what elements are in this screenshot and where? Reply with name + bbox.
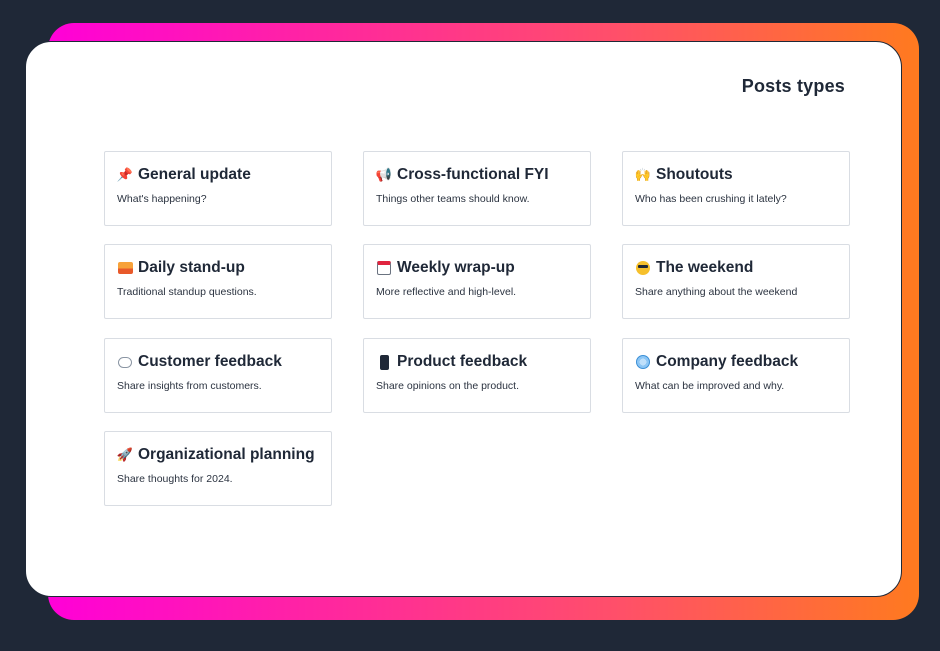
mobile-phone-icon	[379, 354, 389, 370]
raised-hands-icon: 🙌	[634, 167, 652, 182]
card-the-weekend[interactable]: The weekend Share anything about the wee…	[622, 244, 850, 319]
card-shoutouts[interactable]: 🙌 Shoutouts Who has been crushing it lat…	[622, 151, 850, 226]
card-title: Daily stand-up	[138, 259, 245, 276]
card-description: More reflective and high-level.	[376, 286, 517, 298]
card-description: Traditional standup questions.	[117, 286, 257, 298]
megaphone-icon: 📢	[375, 167, 393, 182]
card-title: The weekend	[656, 259, 754, 276]
card-title: Customer feedback	[138, 353, 282, 370]
card-description: What's happening?	[117, 193, 207, 205]
card-customer-feedback[interactable]: Customer feedback Share insights from cu…	[104, 338, 332, 413]
card-description: Share insights from customers.	[117, 380, 262, 392]
card-title: Company feedback	[656, 353, 799, 370]
card-title: Organizational planning	[138, 446, 315, 463]
card-description: Share anything about the weekend	[635, 286, 798, 298]
card-description: Who has been crushing it lately?	[635, 193, 787, 205]
calendar-icon	[377, 261, 391, 275]
card-daily-standup[interactable]: Daily stand-up Traditional standup quest…	[104, 244, 332, 319]
card-title: Weekly wrap-up	[397, 259, 515, 276]
card-cross-functional-fyi[interactable]: 📢 Cross-functional FYI Things other team…	[363, 151, 591, 226]
post-types-panel: Posts types 📌 General update What's happ…	[25, 41, 902, 597]
sunrise-icon	[117, 262, 133, 274]
card-product-feedback[interactable]: Product feedback Share opinions on the p…	[363, 338, 591, 413]
speech-bubble-icon	[118, 356, 132, 368]
card-title: Cross-functional FYI	[397, 166, 549, 183]
card-title: General update	[138, 166, 251, 183]
card-title: Shoutouts	[656, 166, 733, 183]
card-description: Share opinions on the product.	[376, 380, 520, 392]
sunglasses-face-icon	[636, 261, 650, 275]
pushpin-icon: 📌	[116, 167, 134, 182]
card-description: Things other teams should know.	[376, 193, 530, 205]
card-company-feedback[interactable]: Company feedback What can be improved an…	[622, 338, 850, 413]
panel-title: Posts types	[741, 76, 845, 96]
card-description: Share thoughts for 2024.	[117, 473, 233, 485]
card-general-update[interactable]: 📌 General update What's happening?	[104, 151, 332, 226]
card-organizational-planning[interactable]: 🚀 Organizational planning Share thoughts…	[104, 431, 332, 506]
card-title: Product feedback	[397, 353, 528, 370]
card-description: What can be improved and why.	[635, 380, 785, 392]
rocket-icon: 🚀	[116, 447, 134, 462]
globe-icon	[636, 355, 650, 369]
card-weekly-wrap-up[interactable]: Weekly wrap-up More reflective and high-…	[363, 244, 591, 319]
